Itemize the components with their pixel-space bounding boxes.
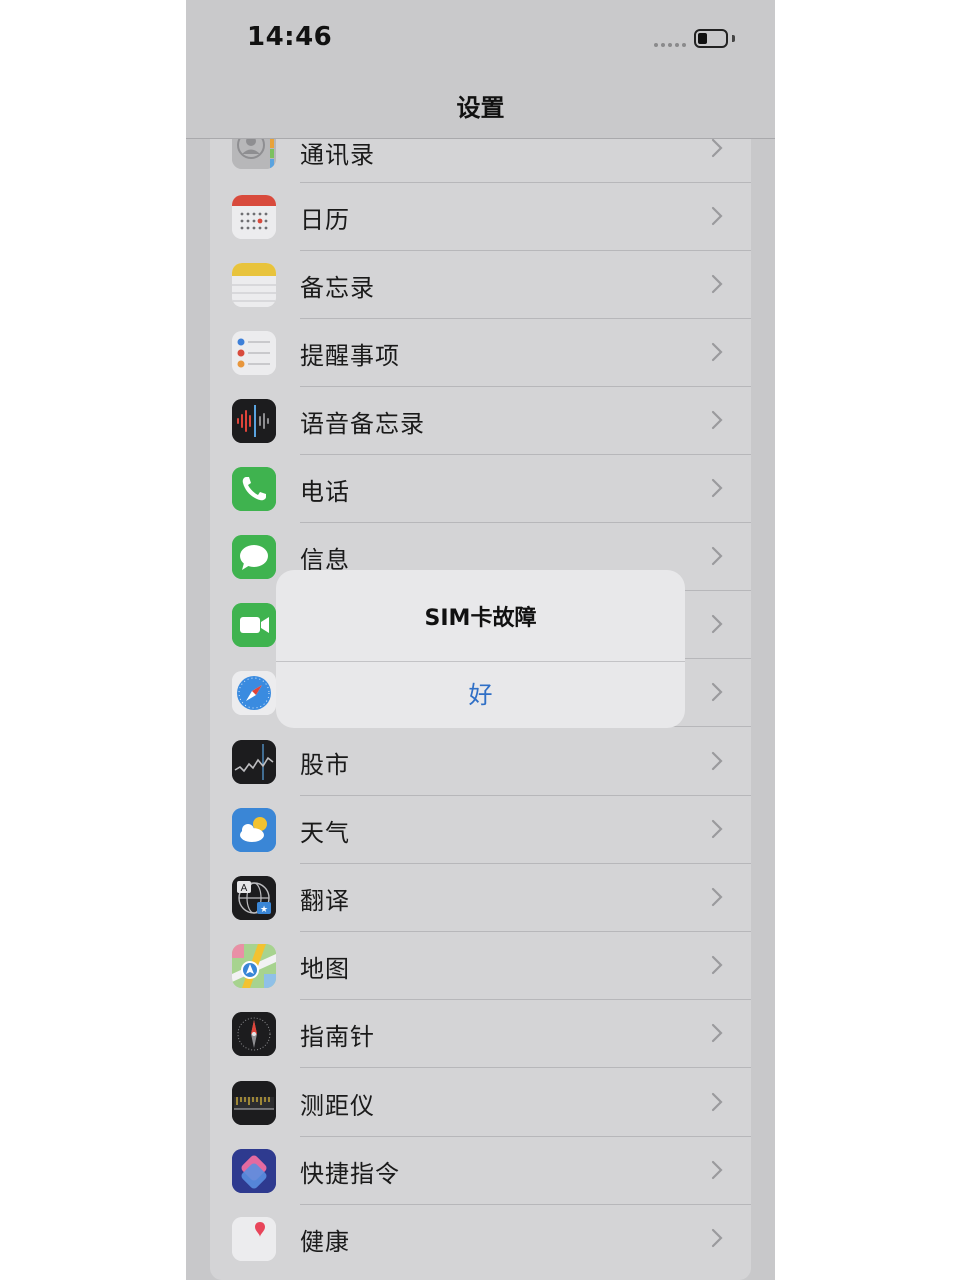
chevron-right-icon: [711, 342, 723, 362]
stocks-icon: [232, 740, 276, 784]
chevron-right-icon: [711, 1228, 723, 1248]
row-label: 提醒事项: [300, 342, 400, 370]
settings-row-maps[interactable]: 地图: [210, 932, 751, 1000]
notes-icon: [232, 263, 276, 307]
battery-icon: [694, 29, 728, 48]
compass-icon: [232, 1012, 276, 1056]
settings-row-phone[interactable]: 电话: [210, 455, 751, 523]
messages-icon: [232, 535, 276, 579]
settings-row-voice-memos[interactable]: 语音备忘录: [210, 387, 751, 455]
safari-icon: [232, 671, 276, 715]
maps-icon: [232, 944, 276, 988]
row-label: 翻译: [300, 887, 350, 915]
weather-icon: [232, 808, 276, 852]
shortcuts-icon: [232, 1149, 276, 1193]
page-title: 设置: [456, 94, 505, 122]
row-label: 指南针: [300, 1023, 375, 1051]
chevron-right-icon: [711, 682, 723, 702]
voice-memos-icon: [232, 399, 276, 443]
chevron-right-icon: [711, 274, 723, 294]
row-label: 电话: [300, 478, 350, 506]
chevron-right-icon: [711, 410, 723, 430]
chevron-right-icon: [711, 751, 723, 771]
row-label: 地图: [300, 955, 350, 983]
chevron-right-icon: [711, 887, 723, 907]
settings-row-health[interactable]: 健康: [210, 1205, 751, 1273]
row-label: 测距仪: [300, 1092, 375, 1120]
row-separator: [300, 1067, 751, 1068]
row-label: 天气: [300, 819, 350, 847]
chevron-right-icon: [711, 206, 723, 226]
row-label: 语音备忘录: [300, 410, 425, 438]
facetime-icon: [232, 603, 276, 647]
settings-row-shortcuts[interactable]: 快捷指令: [210, 1137, 751, 1205]
row-label: 健康: [300, 1228, 350, 1256]
chevron-right-icon: [711, 1023, 723, 1043]
chevron-right-icon: [711, 955, 723, 975]
chevron-right-icon: [711, 1160, 723, 1180]
settings-row-reminders[interactable]: 提醒事项: [210, 319, 751, 387]
chevron-right-icon: [711, 819, 723, 839]
status-bar: 14:46: [186, 0, 775, 80]
alert-dialog: SIM卡故障 好: [276, 570, 685, 728]
settings-row-measure[interactable]: 测距仪: [210, 1069, 751, 1137]
signal-icon: [654, 43, 686, 47]
chevron-right-icon: [711, 614, 723, 634]
health-icon: [232, 1217, 276, 1261]
settings-row-weather[interactable]: 天气: [210, 796, 751, 864]
status-time: 14:46: [247, 22, 333, 52]
settings-row-notes[interactable]: 备忘录: [210, 251, 751, 319]
svg-text:A: A: [241, 883, 248, 894]
calendar-icon: [232, 195, 276, 239]
phone-screen: 14:46 设置 通讯录 日历 备忘录 提醒事项 语音备忘录 电话 信息 股市 …: [186, 0, 775, 1280]
settings-row-stocks[interactable]: 股市: [210, 728, 751, 796]
row-label: 备忘录: [300, 274, 375, 302]
row-label: 通讯录: [300, 141, 375, 169]
svg-text:★: ★: [260, 904, 268, 914]
translate-icon: A ★: [232, 876, 276, 920]
chevron-right-icon: [711, 546, 723, 566]
chevron-right-icon: [711, 1092, 723, 1112]
measure-icon: [232, 1081, 276, 1125]
row-label: 股市: [300, 751, 350, 779]
chevron-right-icon: [711, 478, 723, 498]
alert-ok-button[interactable]: 好: [276, 662, 685, 728]
navigation-bar: 设置: [186, 80, 775, 139]
battery-cap: [732, 35, 735, 42]
alert-title: SIM卡故障: [424, 606, 537, 631]
row-label: 快捷指令: [300, 1160, 400, 1188]
settings-row-translate[interactable]: A ★ 翻译: [210, 864, 751, 932]
settings-row-compass[interactable]: 指南针: [210, 1000, 751, 1068]
chevron-right-icon: [711, 138, 723, 158]
phone-icon: [232, 467, 276, 511]
row-label: 日历: [300, 206, 350, 234]
settings-row-calendar[interactable]: 日历: [210, 183, 751, 251]
reminders-icon: [232, 331, 276, 375]
